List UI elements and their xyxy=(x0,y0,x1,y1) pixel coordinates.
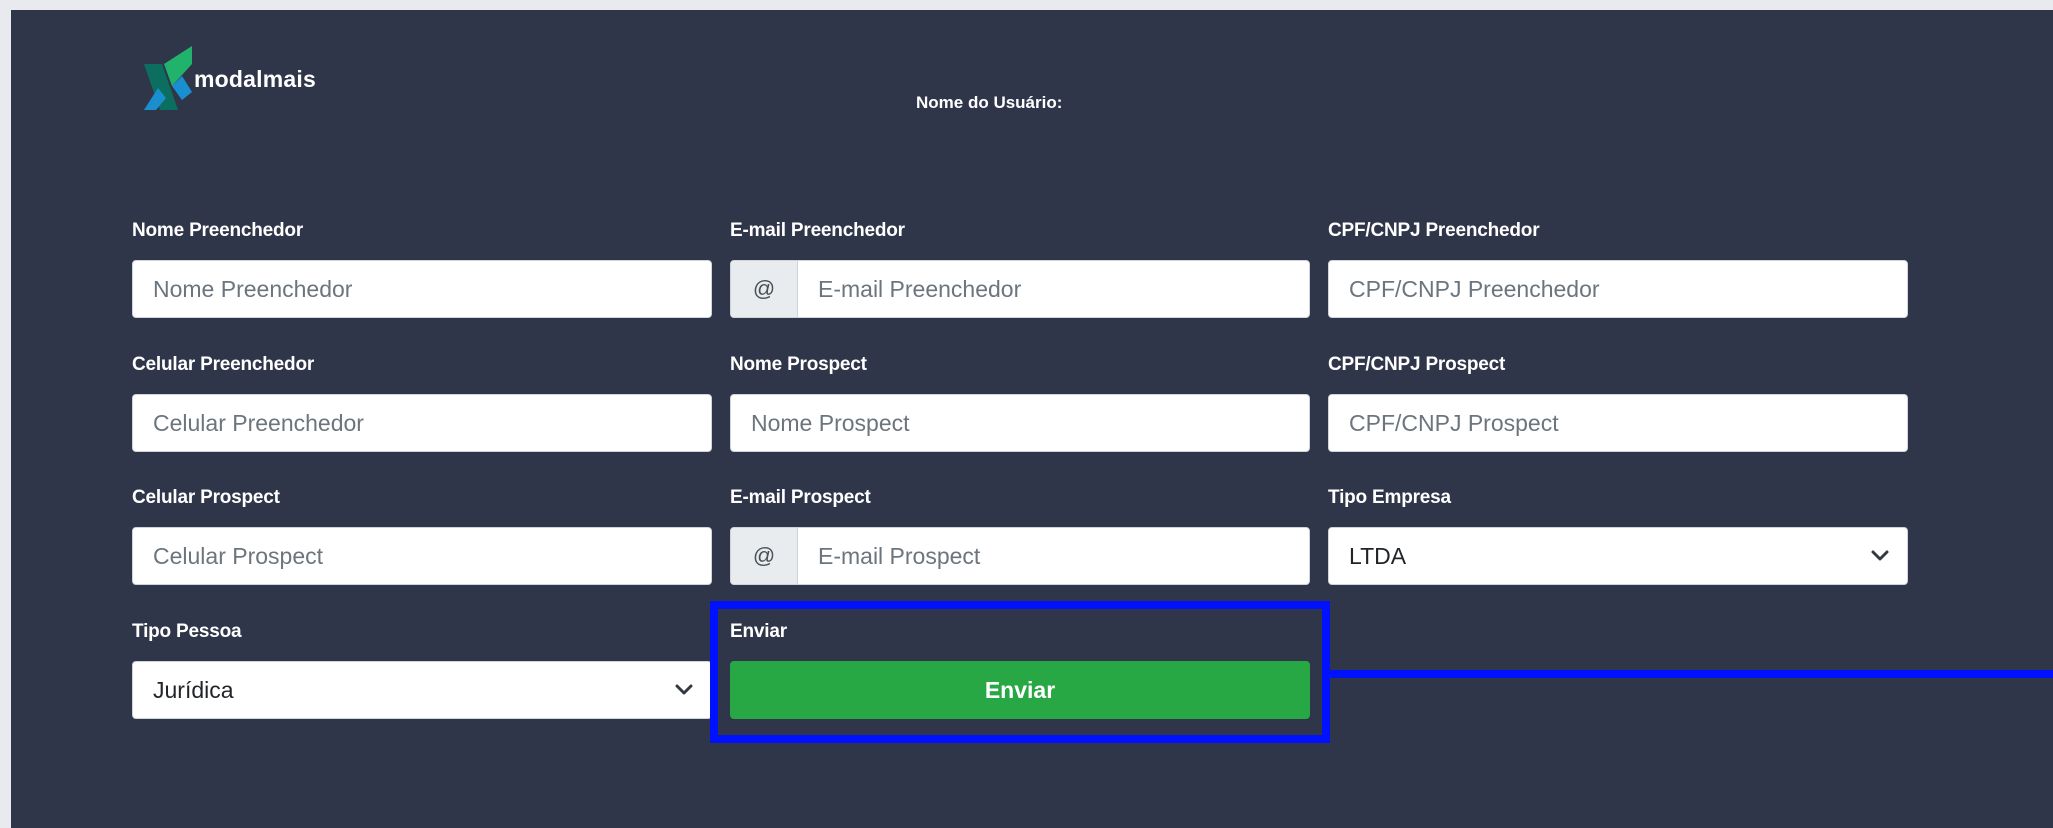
label-email-preenchedor: E-mail Preenchedor xyxy=(730,220,905,241)
label-nome-prospect: Nome Prospect xyxy=(730,354,867,375)
logo-text: modalmais xyxy=(194,65,316,92)
at-sign-addon: @ xyxy=(731,528,798,584)
email-preenchedor-input[interactable] xyxy=(798,261,1309,317)
at-sign-addon: @ xyxy=(731,261,798,317)
celular-prospect-field xyxy=(132,527,712,585)
email-preenchedor-field: @ xyxy=(730,260,1310,318)
label-enviar: Enviar xyxy=(730,621,787,642)
tipo-empresa-value: LTDA xyxy=(1349,542,1407,569)
tipo-pessoa-select[interactable]: Jurídica xyxy=(132,661,712,719)
label-tipo-empresa: Tipo Empresa xyxy=(1328,487,1451,508)
nome-prospect-field xyxy=(730,394,1310,452)
celular-preenchedor-field xyxy=(132,394,712,452)
nome-preenchedor-input[interactable] xyxy=(133,261,711,317)
label-celular-prospect: Celular Prospect xyxy=(132,487,280,508)
modalmais-logo-icon xyxy=(144,46,192,110)
label-cpf-preenchedor: CPF/CNPJ Preenchedor xyxy=(1328,220,1540,241)
user-name-label: Nome do Usuário: xyxy=(916,93,1063,112)
label-tipo-pessoa: Tipo Pessoa xyxy=(132,621,242,642)
enviar-button[interactable]: Enviar xyxy=(730,661,1310,719)
celular-preenchedor-input[interactable] xyxy=(133,395,711,451)
nome-preenchedor-field xyxy=(132,260,712,318)
celular-prospect-input[interactable] xyxy=(133,528,711,584)
tipo-empresa-select[interactable]: LTDA xyxy=(1328,527,1908,585)
nome-prospect-input[interactable] xyxy=(731,395,1309,451)
cpf-preenchedor-field xyxy=(1328,260,1908,318)
cpf-prospect-field xyxy=(1328,394,1908,452)
label-email-prospect: E-mail Prospect xyxy=(730,487,871,508)
label-celular-preenchedor: Celular Preenchedor xyxy=(132,354,315,375)
brand-logo: modalmais xyxy=(142,46,316,110)
cpf-prospect-input[interactable] xyxy=(1329,395,1907,451)
email-prospect-field: @ xyxy=(730,527,1310,585)
email-prospect-input[interactable] xyxy=(798,528,1309,584)
label-cpf-prospect: CPF/CNPJ Prospect xyxy=(1328,354,1506,375)
chevron-down-icon xyxy=(1869,545,1891,567)
chevron-down-icon xyxy=(673,679,695,701)
tipo-pessoa-value: Jurídica xyxy=(153,676,234,703)
label-nome-preenchedor: Nome Preenchedor xyxy=(132,220,304,241)
cpf-preenchedor-input[interactable] xyxy=(1329,261,1907,317)
